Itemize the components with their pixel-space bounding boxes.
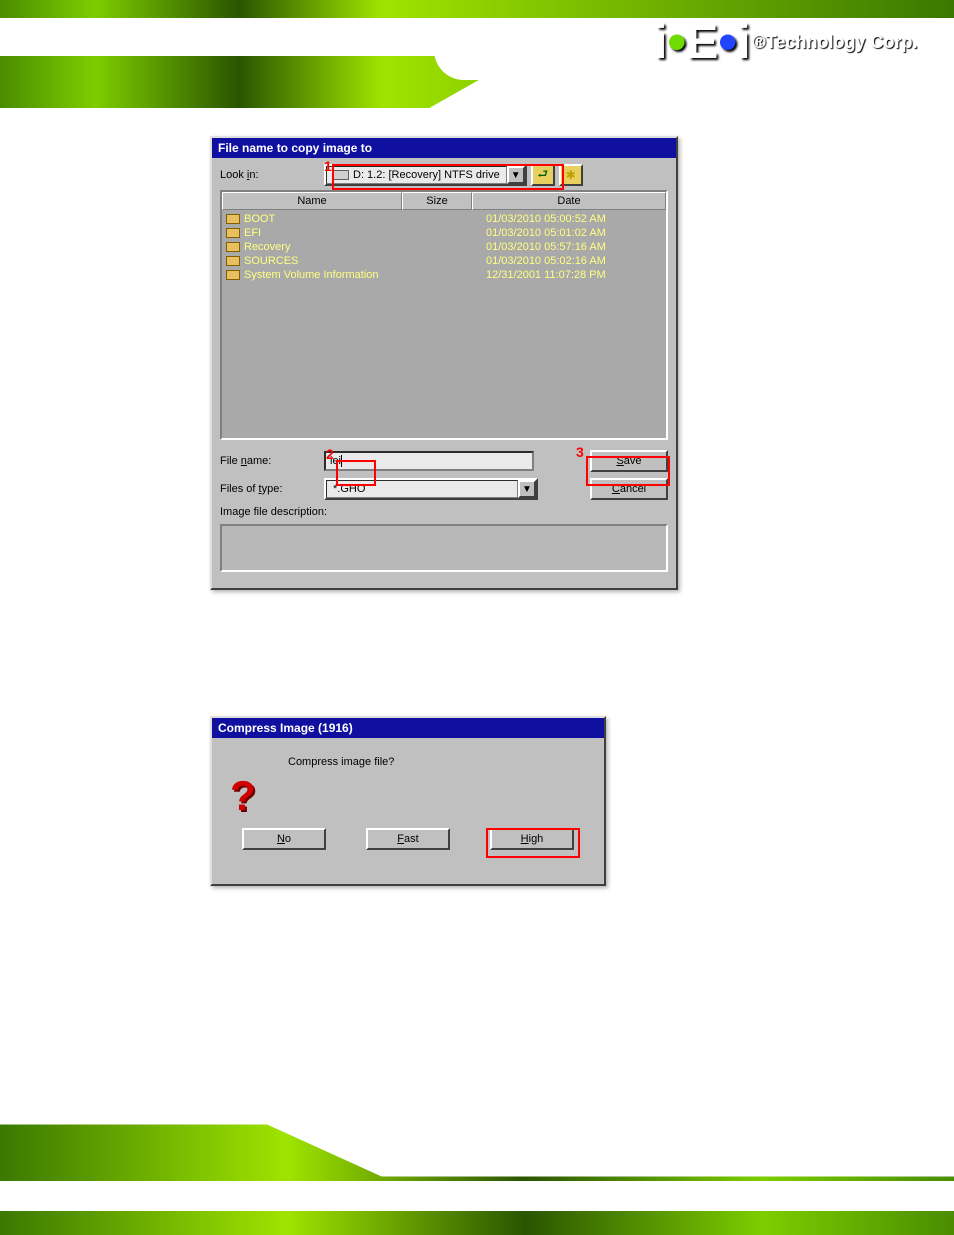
folder-icon bbox=[226, 270, 240, 280]
file-list-header: Name Size Date bbox=[222, 192, 666, 210]
up-arrow-icon: ⮐ bbox=[537, 165, 548, 186]
list-item[interactable]: Recovery 01/03/2010 05:57:16 AM bbox=[222, 240, 666, 254]
col-size[interactable]: Size bbox=[402, 192, 472, 210]
file-name-input[interactable]: iei bbox=[324, 451, 534, 471]
list-item[interactable]: BOOT 01/03/2010 05:00:52 AM bbox=[222, 212, 666, 226]
folder-icon bbox=[226, 242, 240, 252]
new-folder-button[interactable]: ✱ bbox=[559, 164, 583, 186]
compress-image-dialog: Compress Image (1916) ? Compress image f… bbox=[210, 716, 606, 886]
look-in-value: D: 1.2: [Recovery] NTFS drive bbox=[353, 169, 500, 181]
up-folder-button[interactable]: ⮐ bbox=[531, 164, 555, 186]
save-button[interactable]: Save bbox=[590, 450, 668, 472]
look-in-dropdown[interactable]: D: 1.2: [Recovery] NTFS drive ▼ bbox=[324, 164, 527, 186]
cancel-button[interactable]: Cancel bbox=[590, 478, 668, 500]
logo-letter: i bbox=[654, 15, 665, 70]
list-item[interactable]: SOURCES 01/03/2010 05:02:16 AM bbox=[222, 254, 666, 268]
chevron-down-icon[interactable]: ▼ bbox=[507, 166, 525, 184]
image-desc-textarea[interactable] bbox=[220, 524, 668, 572]
list-item[interactable]: EFI 01/03/2010 05:01:02 AM bbox=[222, 226, 666, 240]
files-type-value: *.GHO bbox=[333, 483, 365, 495]
col-date[interactable]: Date bbox=[472, 192, 666, 210]
chevron-down-icon[interactable]: ▼ bbox=[518, 480, 536, 498]
no-button[interactable]: No bbox=[242, 828, 326, 850]
sparkle-icon: ✱ bbox=[566, 168, 576, 182]
folder-icon bbox=[226, 214, 240, 224]
logo-letter: E bbox=[686, 15, 716, 70]
image-desc-label: Image file description: bbox=[220, 506, 327, 518]
logo-text: i • E • i bbox=[654, 15, 749, 70]
files-type-label: Files of type: bbox=[220, 483, 324, 495]
dialog-titlebar: File name to copy image to bbox=[212, 138, 676, 158]
drive-icon bbox=[333, 170, 349, 180]
save-image-dialog: File name to copy image to Look in: 1 D:… bbox=[210, 136, 678, 590]
dialog-titlebar: Compress Image (1916) bbox=[212, 718, 604, 738]
logo-tagline: ®Technology Corp. bbox=[753, 32, 918, 53]
folder-icon bbox=[226, 228, 240, 238]
logo-letter: i bbox=[737, 15, 748, 70]
compress-question-text: Compress image file? bbox=[288, 752, 590, 768]
file-name-label: File name: bbox=[220, 455, 324, 467]
page-footer-decor bbox=[0, 1105, 954, 1235]
fast-button[interactable]: Fast bbox=[366, 828, 450, 850]
folder-icon bbox=[226, 256, 240, 266]
look-in-label: Look in: bbox=[220, 169, 324, 181]
annotation-3: 3 bbox=[576, 444, 584, 460]
list-item[interactable]: System Volume Information 12/31/2001 11:… bbox=[222, 268, 666, 282]
file-list[interactable]: Name Size Date BOOT 01/03/2010 05:00:52 … bbox=[220, 190, 668, 440]
question-icon: ? bbox=[230, 772, 256, 820]
high-button[interactable]: High bbox=[490, 828, 574, 850]
col-name[interactable]: Name bbox=[222, 192, 402, 210]
files-type-dropdown[interactable]: *.GHO ▼ bbox=[324, 478, 538, 500]
annotation-2: 2 bbox=[326, 446, 334, 462]
brand-logo: i • E • i ®Technology Corp. bbox=[654, 8, 914, 76]
annotation-1: 1 bbox=[324, 158, 332, 174]
file-list-rows: BOOT 01/03/2010 05:00:52 AM EFI 01/03/20… bbox=[222, 210, 666, 284]
